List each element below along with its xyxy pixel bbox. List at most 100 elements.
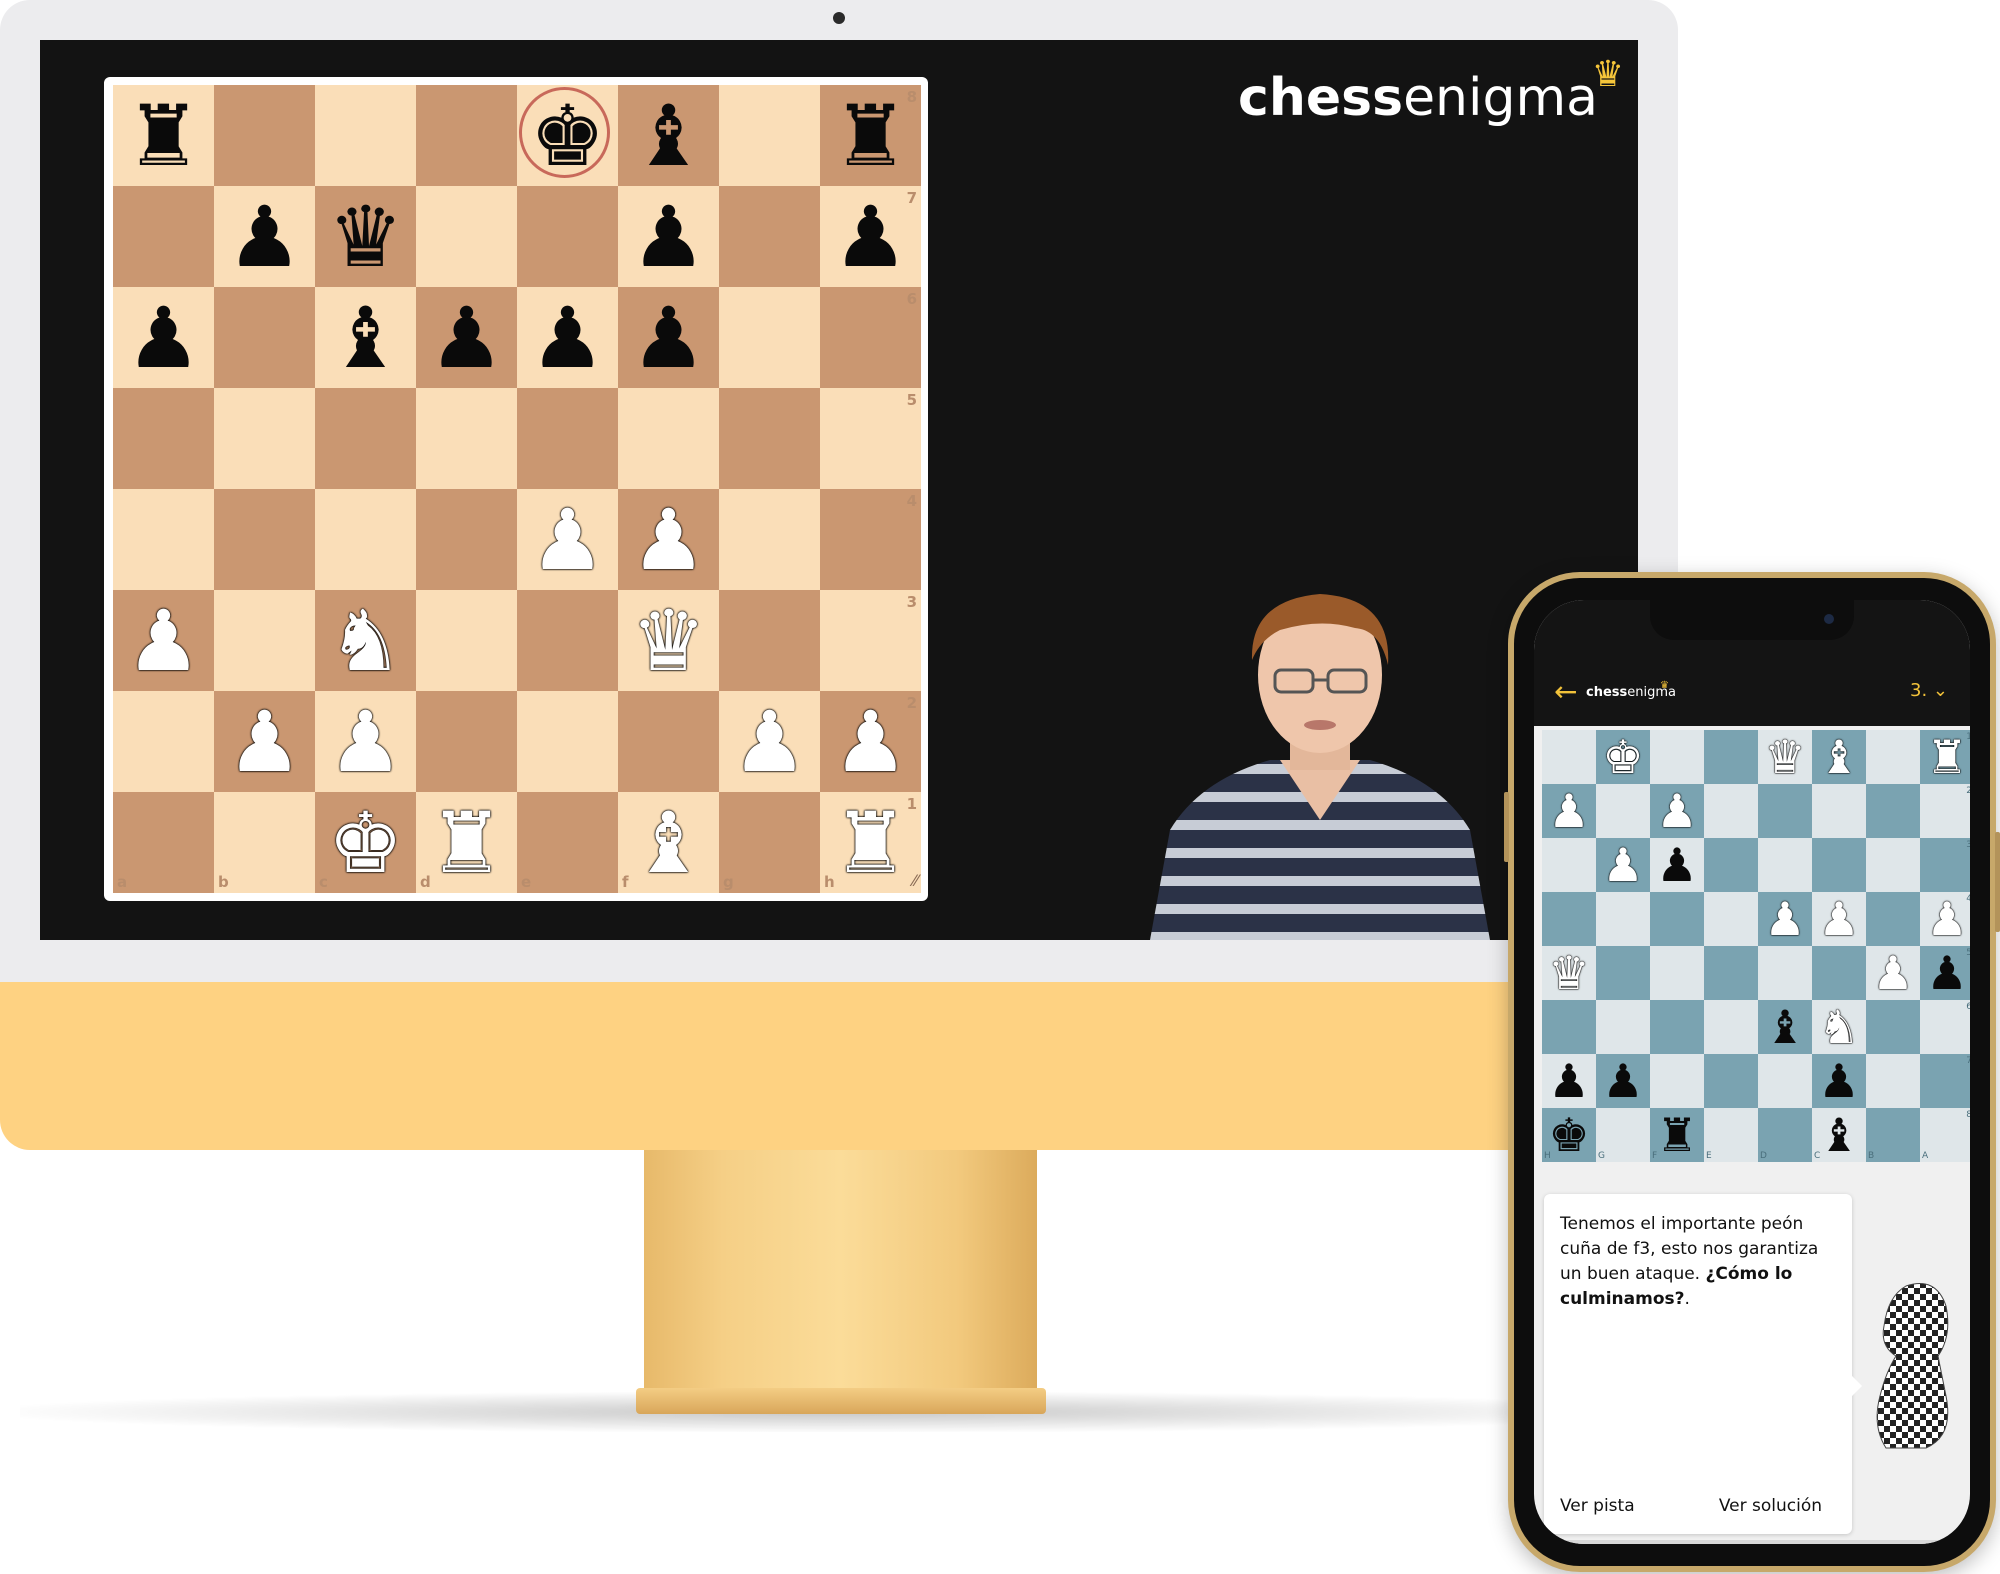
white-pawn-icon[interactable]: ♟ (732, 700, 807, 784)
white-knight-icon[interactable]: ♞ (328, 599, 403, 683)
white-pawn-icon[interactable]: ♟ (328, 700, 403, 784)
white-rook-icon[interactable]: ♜ (1926, 734, 1967, 780)
board-square[interactable]: ♟ (1650, 784, 1704, 838)
board-square[interactable]: ♟ (1812, 892, 1866, 946)
board-square[interactable]: ♞ (1812, 1000, 1866, 1054)
board-square[interactable]: ♛ (1542, 946, 1596, 1000)
board-square[interactable] (1866, 838, 1920, 892)
board-square[interactable]: ♝ (618, 85, 719, 186)
board-square[interactable] (1650, 1054, 1704, 1108)
white-pawn-icon[interactable]: ♟ (833, 700, 908, 784)
white-knight-icon[interactable]: ♞ (1818, 1004, 1859, 1050)
board-square[interactable]: ♟ (113, 590, 214, 691)
board-square[interactable] (416, 691, 517, 792)
white-pawn-icon[interactable]: ♟ (227, 700, 302, 784)
white-pawn-icon[interactable]: ♟ (1764, 896, 1805, 942)
board-square[interactable] (416, 85, 517, 186)
board-square[interactable]: B (1866, 1108, 1920, 1162)
board-square[interactable] (1650, 1000, 1704, 1054)
desktop-chess-board[interactable]: ♜ ♚ ♝ ♜ 8 ♟ ♛ ♟ ♟ 7 ♟ ♝ ♟ ♟ ♟ 6 5 ♟ ♟ 4 ♟ ♞ ♛ 3 ♟ ♟ ♟ ♟ 2 a b ♚ c ♜ d e ♝ f g ♜… (113, 85, 921, 893)
black-pawn-icon[interactable]: ♟ (126, 296, 201, 380)
black-pawn-icon[interactable]: ♟ (1818, 1058, 1859, 1104)
board-square[interactable]: ♟ 2 (820, 691, 921, 792)
board-square[interactable] (1704, 784, 1758, 838)
board-square[interactable] (1812, 838, 1866, 892)
board-square[interactable]: ♟ (1758, 892, 1812, 946)
board-square[interactable]: ♟ (1650, 838, 1704, 892)
black-king-icon[interactable]: ♚ (530, 94, 605, 178)
board-square[interactable] (214, 590, 315, 691)
board-square[interactable]: ♟ 4 (1920, 892, 1970, 946)
board-square[interactable]: ♟ (618, 489, 719, 590)
board-square[interactable]: ♝ f (618, 792, 719, 893)
board-square[interactable]: ♟ (1866, 946, 1920, 1000)
board-square[interactable]: 7 (1920, 1054, 1970, 1108)
board-square[interactable] (113, 388, 214, 489)
board-square[interactable] (113, 691, 214, 792)
white-king-icon[interactable]: ♚ (1602, 734, 1643, 780)
board-square[interactable]: ♟ 7 (820, 186, 921, 287)
black-rook-icon[interactable]: ♜ (126, 94, 201, 178)
board-square[interactable]: ♝ (1758, 1000, 1812, 1054)
board-square[interactable]: ♟ (416, 287, 517, 388)
board-square[interactable]: ♟ (315, 691, 416, 792)
board-square[interactable]: ♝ C (1812, 1108, 1866, 1162)
board-square[interactable] (1812, 784, 1866, 838)
board-square[interactable]: ♜ 1 (1920, 730, 1970, 784)
board-square[interactable]: ♜ 8 (820, 85, 921, 186)
board-square[interactable] (416, 186, 517, 287)
board-square[interactable]: ♞ (315, 590, 416, 691)
black-rook-icon[interactable]: ♜ (833, 94, 908, 178)
board-square[interactable] (1596, 946, 1650, 1000)
board-square[interactable] (416, 590, 517, 691)
board-square[interactable] (1866, 1054, 1920, 1108)
board-square[interactable]: 3 (820, 590, 921, 691)
black-pawn-icon[interactable]: ♟ (1602, 1058, 1643, 1104)
board-square[interactable] (214, 85, 315, 186)
white-bishop-icon[interactable]: ♝ (631, 801, 706, 885)
white-pawn-icon[interactable]: ♟ (1818, 896, 1859, 942)
white-pawn-icon[interactable]: ♟ (1602, 842, 1643, 888)
board-square[interactable] (416, 489, 517, 590)
white-pawn-icon[interactable]: ♟ (1926, 896, 1967, 942)
board-square[interactable] (315, 85, 416, 186)
board-square[interactable]: g (719, 792, 820, 893)
board-square[interactable]: ♜ d (416, 792, 517, 893)
board-square[interactable] (1650, 946, 1704, 1000)
board-square[interactable] (719, 186, 820, 287)
board-square[interactable] (1704, 892, 1758, 946)
board-square[interactable] (1866, 1000, 1920, 1054)
board-square[interactable]: ♟ (1542, 784, 1596, 838)
board-square[interactable] (1758, 1054, 1812, 1108)
board-square[interactable]: e (517, 792, 618, 893)
board-square[interactable]: ♟ (517, 287, 618, 388)
black-pawn-icon[interactable]: ♟ (530, 296, 605, 380)
board-square[interactable]: ♝ (1812, 730, 1866, 784)
black-pawn-icon[interactable]: ♟ (227, 195, 302, 279)
board-square[interactable] (1596, 1000, 1650, 1054)
board-square[interactable] (1812, 946, 1866, 1000)
black-bishop-icon[interactable]: ♝ (631, 94, 706, 178)
white-rook-icon[interactable]: ♜ (833, 801, 908, 885)
board-square[interactable] (1542, 892, 1596, 946)
board-square[interactable] (315, 489, 416, 590)
board-square[interactable] (719, 85, 820, 186)
board-square[interactable] (214, 489, 315, 590)
board-square[interactable]: ♚ H (1542, 1108, 1596, 1162)
white-queen-icon[interactable]: ♛ (1764, 734, 1805, 780)
board-square[interactable] (1542, 730, 1596, 784)
white-pawn-icon[interactable]: ♟ (530, 498, 605, 582)
white-bishop-icon[interactable]: ♝ (1818, 734, 1859, 780)
board-square[interactable]: 2 (1920, 784, 1970, 838)
board-square[interactable] (1704, 838, 1758, 892)
black-pawn-icon[interactable]: ♟ (429, 296, 504, 380)
board-square[interactable]: ♟ 5 (1920, 946, 1970, 1000)
phone-chess-board[interactable]: ♚ ♛ ♝ ♜ 1 ♟ ♟ 2 ♟ ♟ 3 ♟ ♟ ♟ 4 ♛ ♟ ♟ 5 ♝ ♞ 6 ♟ ♟ ♟ 7 ♚ H G ♜ F E D ♝ C B 8 A (1542, 730, 1970, 1162)
white-king-icon[interactable]: ♚ (328, 801, 403, 885)
board-square[interactable]: ♚ (517, 85, 618, 186)
black-pawn-icon[interactable]: ♟ (1926, 950, 1967, 996)
black-bishop-icon[interactable]: ♝ (1818, 1112, 1859, 1158)
board-square[interactable] (1866, 730, 1920, 784)
board-square[interactable] (1866, 784, 1920, 838)
board-square[interactable] (1704, 730, 1758, 784)
